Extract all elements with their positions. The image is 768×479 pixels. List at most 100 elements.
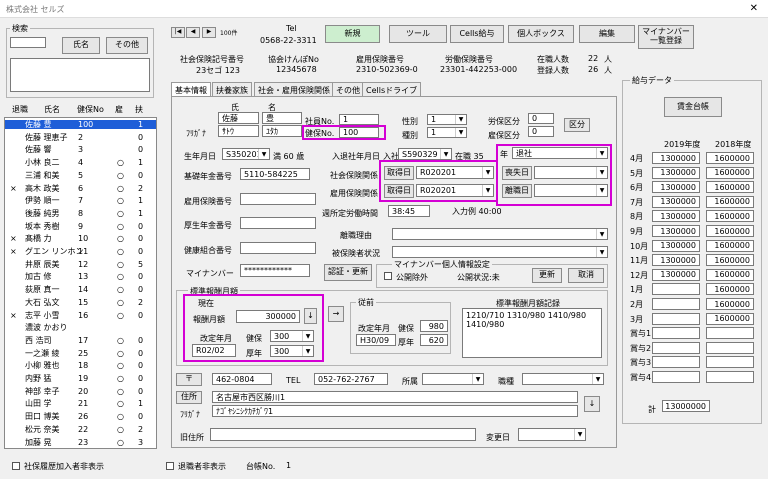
- kanji-first-input[interactable]: 豊: [262, 112, 302, 124]
- payroll-cell[interactable]: 1600000: [706, 239, 754, 252]
- search-input[interactable]: [10, 37, 46, 48]
- payroll-cell[interactable]: 1600000: [706, 312, 754, 325]
- nav-prev-button[interactable]: ◀: [186, 27, 200, 38]
- gender-select[interactable]: 1 ▼: [427, 114, 467, 125]
- payroll-cell[interactable]: [652, 356, 700, 369]
- mynumber-cancel-button[interactable]: 取消: [568, 268, 604, 283]
- employ-no-input[interactable]: [240, 193, 316, 205]
- tab-dependents[interactable]: 扶養家族: [212, 82, 252, 96]
- payroll-cell[interactable]: [652, 312, 700, 325]
- address-tel-input[interactable]: 052-762-2767: [314, 373, 388, 385]
- list-item[interactable]: 松元 奈美 22 ○ 2: [5, 425, 156, 434]
- tools-button[interactable]: ツール: [389, 25, 447, 43]
- payroll-cell[interactable]: 1300000: [652, 268, 700, 281]
- leave-date-button[interactable]: 離職日: [502, 184, 532, 198]
- pension-input[interactable]: 5110-584225: [240, 168, 310, 180]
- prev-pension-input[interactable]: 620: [420, 334, 448, 346]
- address-furi-input[interactable]: ﾅｺﾞﾔｼﾆｼｸｶﾁｶﾞﾜ1: [212, 405, 578, 417]
- list-item[interactable]: 小林 良二 4 ○ 1: [5, 158, 156, 167]
- list-item[interactable]: 加藤 晃 23 ○ 3: [5, 438, 156, 447]
- payroll-cell[interactable]: 1600000: [706, 225, 754, 237]
- monthly-down-button[interactable]: ↓: [304, 308, 317, 324]
- payroll-cell[interactable]: 1600000: [706, 181, 754, 194]
- payroll-cell[interactable]: [652, 298, 700, 310]
- mynumber-field[interactable]: ************: [240, 264, 310, 277]
- payroll-cell[interactable]: 1600000: [706, 166, 754, 179]
- tab-basic[interactable]: 基本情報: [171, 82, 211, 97]
- payroll-cell[interactable]: 1300000: [652, 254, 700, 267]
- prev-health-input[interactable]: 980: [420, 320, 448, 332]
- social-acquire-button[interactable]: 取得日: [384, 166, 414, 180]
- kana-last-input[interactable]: ｻﾄｳ: [218, 125, 259, 137]
- search-other-button[interactable]: その他: [106, 37, 148, 54]
- list-item[interactable]: × グエン リンホン 11 ○ 0: [5, 247, 156, 256]
- list-item[interactable]: 佐藤 理恵子 2 0: [5, 133, 156, 142]
- list-item[interactable]: 三浦 和美 5 ○ 0: [5, 171, 156, 180]
- copy-to-prev-button[interactable]: →: [328, 306, 344, 322]
- weekly-input[interactable]: 38:45: [388, 205, 430, 217]
- search-name-button[interactable]: 氏名: [62, 37, 100, 54]
- health-select[interactable]: 300 ▼: [270, 330, 314, 342]
- payroll-cell[interactable]: [652, 283, 700, 296]
- list-item[interactable]: 伊勢 順一 7 ○ 1: [5, 196, 156, 205]
- personal-box-button[interactable]: 個人ボックス: [508, 25, 574, 43]
- edit-button[interactable]: 編集: [579, 25, 635, 43]
- close-icon[interactable]: ✕: [750, 3, 758, 14]
- payroll-cell[interactable]: [706, 327, 754, 340]
- list-item[interactable]: 西 浩司 17 ○ 0: [5, 336, 156, 345]
- list-item[interactable]: × 高木 政美 6 ○ 2: [5, 184, 156, 193]
- hide-retired-checkbox[interactable]: [166, 462, 174, 470]
- payroll-cell[interactable]: [652, 341, 700, 354]
- loss-date-select[interactable]: ▼: [534, 166, 608, 179]
- emp-no-input[interactable]: 1: [339, 114, 379, 125]
- tab-other[interactable]: その他: [332, 82, 364, 96]
- birth-select[interactable]: S350201 ▼: [222, 148, 270, 160]
- payroll-cell[interactable]: 1600000: [706, 152, 754, 164]
- exclude-checkbox[interactable]: [384, 272, 392, 280]
- mynumber-update-button[interactable]: 更新: [532, 268, 562, 283]
- payroll-cell[interactable]: 1600000: [706, 210, 754, 223]
- nav-next-button[interactable]: ▶: [202, 27, 216, 38]
- payroll-cell[interactable]: [706, 341, 754, 354]
- address-down-button[interactable]: ↓: [584, 396, 600, 412]
- payroll-cell[interactable]: 1600000: [706, 298, 754, 310]
- mynumber-register-button[interactable]: マイナンバー 一覧登録: [638, 25, 694, 49]
- monthly-input[interactable]: 300000: [236, 310, 300, 323]
- payroll-cell[interactable]: 1300000: [652, 152, 700, 164]
- list-item[interactable]: 佐藤 豊 100 1: [5, 120, 156, 129]
- disability-select[interactable]: ▼: [392, 246, 608, 258]
- pension-std-select[interactable]: 300 ▼: [270, 345, 314, 357]
- employ-kubun-input[interactable]: 0: [528, 126, 554, 137]
- payroll-cell[interactable]: 1300000: [652, 225, 700, 237]
- prev-revise-input[interactable]: H30/09: [356, 334, 396, 346]
- new-button[interactable]: 新規: [325, 25, 380, 43]
- postal-input[interactable]: 462-0804: [212, 373, 272, 385]
- status-select[interactable]: 退社 ▼: [512, 147, 608, 159]
- list-item[interactable]: 小柳 雅也 18 ○ 0: [5, 361, 156, 370]
- list-item[interactable]: 濃波 かおり: [5, 323, 156, 332]
- payroll-cell[interactable]: [652, 371, 700, 383]
- address-input[interactable]: 名古屋市西区勝川1: [212, 391, 578, 403]
- kenpo-no-input[interactable]: 100: [339, 127, 379, 138]
- employee-list[interactable]: 佐藤 豊 100 1 佐藤 理恵子 2 0 佐藤 響 3 0 小林 良二 4 ○ 1 三浦 和美 5 ○ 0 × 高…: [4, 117, 157, 449]
- old-address-input[interactable]: [210, 428, 476, 441]
- payroll-cell[interactable]: 1300000: [652, 181, 700, 194]
- leave-date-select[interactable]: ▼: [534, 184, 608, 197]
- list-item[interactable]: 佐藤 響 3 0: [5, 145, 156, 154]
- kubun-button[interactable]: 区分: [564, 118, 590, 132]
- change-date-select[interactable]: ▼: [518, 428, 586, 441]
- nav-first-button[interactable]: |◀: [171, 27, 185, 38]
- payroll-cell[interactable]: 1300000: [652, 195, 700, 208]
- belong-select[interactable]: ▼: [422, 373, 484, 385]
- kanji-last-input[interactable]: 佐藤: [218, 112, 259, 124]
- payroll-cell[interactable]: [706, 356, 754, 369]
- list-item[interactable]: 山田 学 21 ○ 1: [5, 399, 156, 408]
- list-item[interactable]: 一之瀬 綾 25 ○ 0: [5, 349, 156, 358]
- auth-update-button[interactable]: 認証・更新: [324, 264, 372, 281]
- loss-date-button[interactable]: 喪失日: [502, 166, 532, 180]
- cells-pay-button[interactable]: Cells給与: [450, 25, 504, 43]
- payroll-cell[interactable]: [706, 371, 754, 383]
- payroll-cell[interactable]: 1600000: [706, 254, 754, 267]
- list-item[interactable]: × 髙橋 力 10 ○ 0: [5, 234, 156, 243]
- list-item[interactable]: 田口 博美 26 ○ 0: [5, 412, 156, 421]
